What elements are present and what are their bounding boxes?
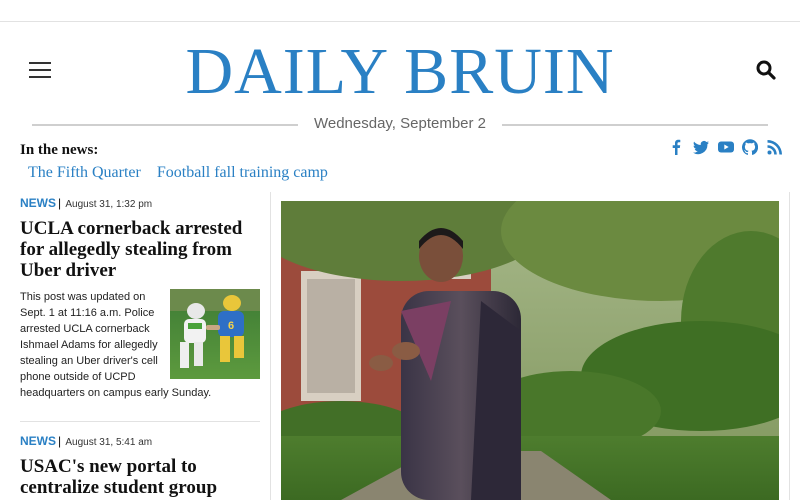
story-headline[interactable]: USAC's new portal to centralize student … (20, 456, 260, 498)
story-timestamp: August 31, 1:32 pm (65, 199, 153, 210)
story-card: NEWS | August 31, 5:41 am USAC's new port… (20, 434, 260, 498)
dateline-rule-left (32, 124, 298, 126)
facebook-icon[interactable] (668, 139, 684, 155)
in-the-news: In the news: The Fifth Quarter Football … (20, 140, 620, 184)
masthead: DAILY BRUIN (0, 22, 800, 122)
meta-separator: | (58, 196, 62, 210)
story-category[interactable]: NEWS (20, 434, 56, 448)
search-icon[interactable] (756, 60, 776, 80)
site-logo[interactable]: DAILY BRUIN (0, 32, 800, 112)
featured-photo[interactable] (281, 201, 779, 500)
story-timestamp: August 31, 5:41 am (65, 437, 153, 448)
story-meta: NEWS | August 31, 1:32 pm (20, 196, 260, 212)
news-link-football-camp[interactable]: Football fall training camp (157, 164, 328, 181)
youtube-icon[interactable] (717, 139, 734, 155)
right-divider (789, 192, 790, 500)
story-headline[interactable]: UCLA cornerback arrested for allegedly s… (20, 218, 260, 281)
in-the-news-label: In the news: (20, 142, 99, 158)
meta-separator: | (58, 434, 62, 448)
in-the-news-links: The Fifth Quarter Football fall training… (20, 162, 620, 184)
github-icon[interactable] (742, 139, 759, 155)
news-link-fifth-quarter[interactable]: The Fifth Quarter (28, 164, 141, 181)
dateline: Wednesday, September 2 (32, 113, 768, 135)
svg-text:6: 6 (228, 320, 234, 332)
social-links (668, 138, 783, 156)
rss-icon[interactable] (767, 139, 783, 155)
football-thumbnail[interactable]: 6 (170, 289, 260, 379)
dateline-rule-right (502, 124, 768, 126)
story-list: NEWS | August 31, 1:32 pm UCLA cornerback… (20, 196, 260, 498)
story-category[interactable]: NEWS (20, 196, 56, 210)
twitter-icon[interactable] (692, 139, 709, 155)
top-bar (0, 0, 800, 22)
story-excerpt-wrap: 6 This post was updated on Sept. 1 at 11… (20, 289, 260, 401)
story-card: NEWS | August 31, 1:32 pm UCLA cornerback… (20, 196, 260, 422)
story-meta: NEWS | August 31, 5:41 am (20, 434, 260, 450)
column-divider (270, 192, 271, 500)
current-date: Wednesday, September 2 (313, 115, 487, 132)
